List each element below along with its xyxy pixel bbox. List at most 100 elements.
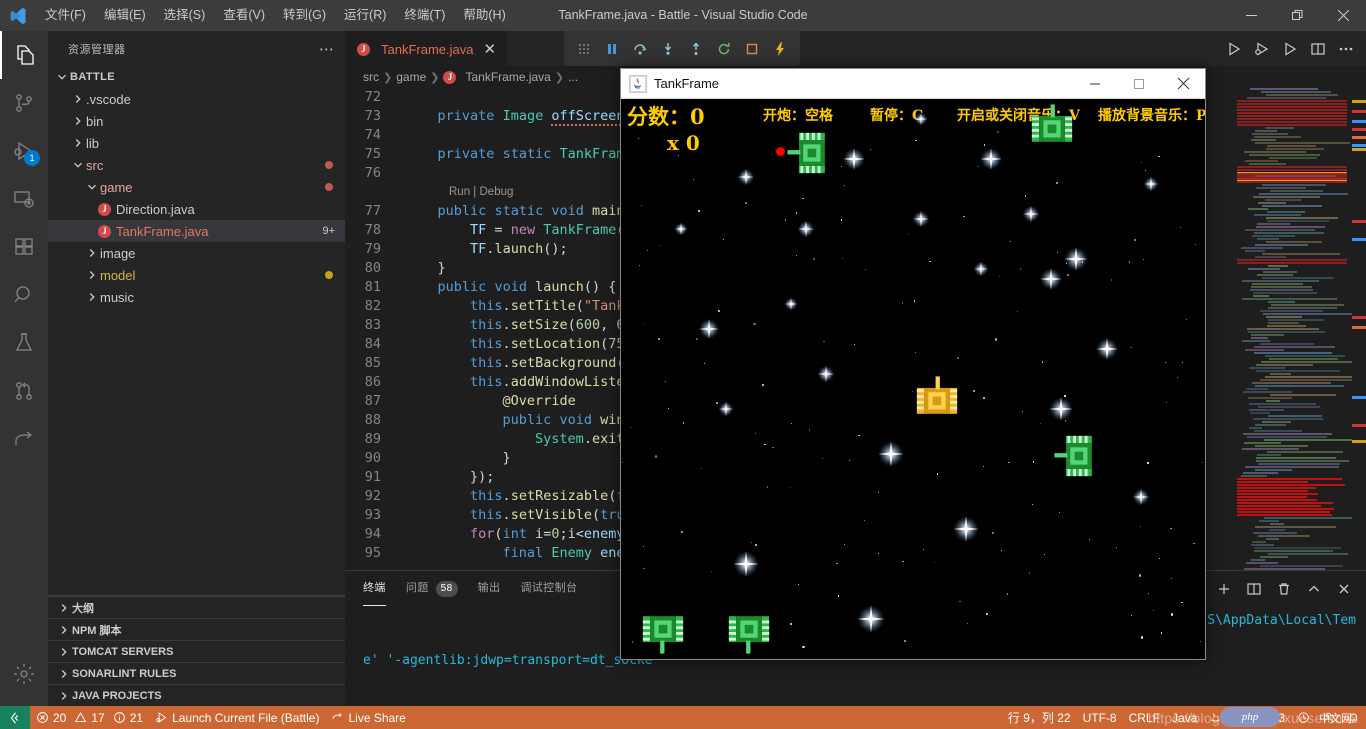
tankframe-window[interactable]: TankFrame 分数：0 x 0 开炮：空格 暂停：C 开启或关闭音乐：V … <box>620 68 1206 660</box>
java-file-icon: J <box>443 70 457 84</box>
run-alt-icon[interactable] <box>1276 35 1304 63</box>
status-cursor-position[interactable]: 行 9，列 22 <box>1002 706 1077 729</box>
split-terminal-icon[interactable] <box>1240 575 1268 603</box>
stop-icon[interactable] <box>738 34 766 64</box>
new-terminal-icon[interactable] <box>1210 575 1238 603</box>
maximize-panel-icon[interactable] <box>1300 575 1328 603</box>
line-number: 82 <box>364 298 381 314</box>
sparkle-star <box>1132 488 1150 506</box>
codelens-debug[interactable]: Debug <box>480 186 514 198</box>
run-icon[interactable] <box>1220 35 1248 63</box>
tab-terminal[interactable]: 终端 <box>363 571 386 606</box>
tab-debug-console[interactable]: 调试控制台 <box>520 571 577 606</box>
menu-file[interactable]: 文件(F) <box>36 0 95 31</box>
step-out-icon[interactable] <box>682 34 710 64</box>
section-tomcat-servers[interactable]: TOMCAT SERVERS <box>48 640 345 662</box>
star <box>1153 610 1155 612</box>
overview-ruler-mark <box>1352 316 1366 319</box>
sidebar-item-explorer[interactable] <box>0 31 48 79</box>
tree-root-battle[interactable]: BATTLE <box>48 66 345 88</box>
minimap-line <box>1250 559 1265 561</box>
status-account-icon[interactable] <box>1316 706 1341 729</box>
star <box>983 465 985 467</box>
menu-selection[interactable]: 选择(S) <box>155 0 215 31</box>
menu-go[interactable]: 转到(G) <box>274 0 335 31</box>
close-panel-icon[interactable] <box>1330 575 1358 603</box>
restore-button[interactable] <box>1274 0 1320 31</box>
tab-output[interactable]: 输出 <box>478 571 501 606</box>
status-problems[interactable]: 20 17 21 <box>30 706 149 729</box>
breadcrumb-game[interactable]: game <box>396 70 426 84</box>
minimize-button[interactable] <box>1228 0 1274 31</box>
breadcrumb-file[interactable]: J TankFrame.java <box>443 70 551 84</box>
sidebar-item-run-and-debug[interactable]: 1 <box>0 127 48 175</box>
status-launch-config[interactable]: Launch Current File (Battle) <box>149 706 325 729</box>
sidebar-more-actions-icon[interactable]: ⋯ <box>319 40 335 58</box>
tree-item-bin[interactable]: bin <box>48 110 345 132</box>
sidebar-item-pull-requests[interactable] <box>0 367 48 415</box>
tree-item-vscode[interactable]: .vscode <box>48 88 345 110</box>
overview-ruler[interactable] <box>1352 88 1366 592</box>
tree-item-music[interactable]: music <box>48 286 345 308</box>
section-outline[interactable]: 大纲 <box>48 596 345 618</box>
kill-terminal-icon[interactable] <box>1270 575 1298 603</box>
manage-gear-icon[interactable] <box>0 650 48 698</box>
pause-icon[interactable] <box>598 34 626 64</box>
codelens-run[interactable]: Run <box>449 186 470 198</box>
breadcrumb-src[interactable]: src <box>363 70 379 84</box>
more-actions-icon[interactable] <box>1332 35 1360 63</box>
status-jdk[interactable]: JavaSE-13 <box>1203 706 1291 729</box>
hot-reload-icon[interactable] <box>766 34 794 64</box>
minimap-line <box>1243 151 1306 153</box>
tree-item-game[interactable]: game <box>48 176 345 198</box>
drag-handle-icon[interactable] <box>570 34 598 64</box>
tab-problems[interactable]: 问题 58 <box>406 571 458 606</box>
game-minimize-button[interactable] <box>1073 69 1117 99</box>
tree-item-lib[interactable]: lib <box>48 132 345 154</box>
minimap-line <box>1258 520 1280 522</box>
step-into-icon[interactable] <box>654 34 682 64</box>
tree-item-src[interactable]: src <box>48 154 345 176</box>
run-with-debug-icon[interactable] <box>1248 35 1276 63</box>
split-editor-icon[interactable] <box>1304 35 1332 63</box>
sidebar-item-source-control[interactable] <box>0 79 48 127</box>
overview-ruler-mark <box>1352 100 1366 103</box>
menu-help[interactable]: 帮助(H) <box>454 0 514 31</box>
minimap[interactable] <box>1237 88 1352 592</box>
step-over-icon[interactable] <box>626 34 654 64</box>
sidebar-item-extensions[interactable] <box>0 223 48 271</box>
section-sonarlint-rules[interactable]: SONARLINT RULES <box>48 662 345 684</box>
sidebar-item-remote-explorer[interactable] <box>0 175 48 223</box>
tree-item-direction-java[interactable]: J Direction.java <box>48 198 345 220</box>
menu-view[interactable]: 查看(V) <box>214 0 274 31</box>
tab-tankframe-java[interactable]: J TankFrame.java ✕ <box>345 31 507 66</box>
restart-icon[interactable] <box>710 34 738 64</box>
line-number: 79 <box>364 241 381 257</box>
status-live-share[interactable]: Live Share <box>325 706 411 729</box>
menu-run[interactable]: 运行(R) <box>335 0 395 31</box>
status-language-mode[interactable]: Java <box>1166 706 1203 729</box>
menu-terminal[interactable]: 终端(T) <box>395 0 454 31</box>
tree-item-image[interactable]: image <box>48 242 345 264</box>
tree-item-model[interactable]: model <box>48 264 345 286</box>
code-token: static <box>502 146 552 162</box>
breadcrumb-symbol[interactable]: ... <box>568 70 578 84</box>
game-canvas[interactable]: 分数：0 x 0 开炮：空格 暂停：C 开启或关闭音乐：V 播放背景音乐：P 无… <box>621 99 1205 659</box>
game-close-button[interactable] <box>1161 69 1205 99</box>
game-maximize-button[interactable] <box>1117 69 1161 99</box>
section-java-projects[interactable]: JAVA PROJECTS <box>48 684 345 706</box>
sidebar-item-live-share[interactable] <box>0 415 48 463</box>
sidebar-item-search[interactable] <box>0 271 48 319</box>
menu-edit[interactable]: 编辑(E) <box>95 0 155 31</box>
close-icon[interactable]: ✕ <box>483 42 496 57</box>
status-notifications-bell-icon[interactable] <box>1341 706 1366 729</box>
status-clock-icon[interactable] <box>1291 706 1316 729</box>
status-eol[interactable]: CRLF <box>1123 706 1166 729</box>
tree-item-tankframe-java[interactable]: J TankFrame.java 9+ <box>48 220 345 242</box>
close-button[interactable] <box>1320 0 1366 31</box>
remote-indicator-icon[interactable] <box>0 706 30 729</box>
minimap-line <box>1260 379 1352 381</box>
sidebar-item-testing[interactable] <box>0 319 48 367</box>
status-encoding[interactable]: UTF-8 <box>1077 706 1123 729</box>
section-npm-scripts[interactable]: NPM 脚本 <box>48 618 345 640</box>
